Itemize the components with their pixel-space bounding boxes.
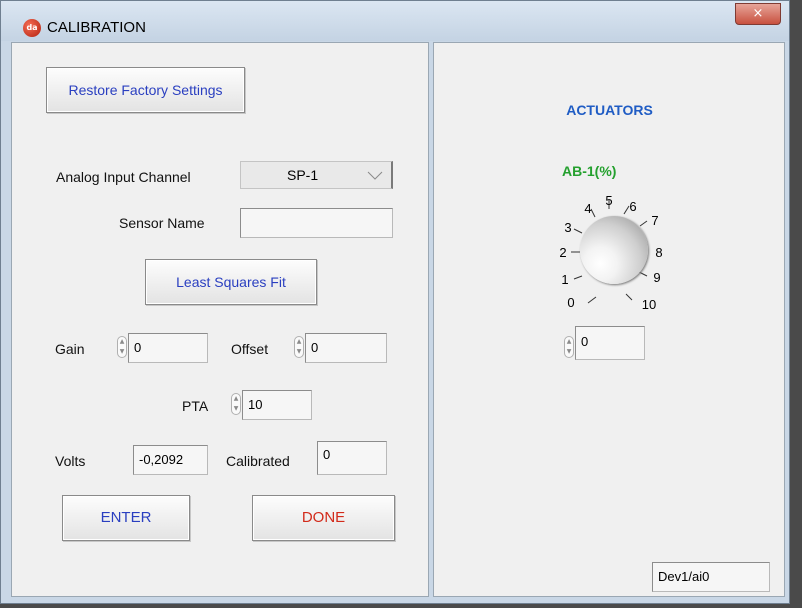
- offset-input[interactable]: 0: [305, 333, 387, 363]
- calibrated-value: 0: [317, 441, 387, 475]
- knob-scale-3: 3: [564, 220, 572, 235]
- restore-factory-settings-button[interactable]: Restore Factory Settings: [46, 67, 245, 113]
- spin-down-icon: ▼: [296, 348, 302, 355]
- knob-scale-0: 0: [567, 295, 575, 310]
- gain-label: Gain: [55, 341, 85, 357]
- sensor-name-input[interactable]: [240, 208, 393, 238]
- spin-up-icon: ▲: [233, 395, 239, 402]
- analog-input-channel-select[interactable]: SP-1: [240, 161, 393, 189]
- sensor-name-label: Sensor Name: [119, 215, 205, 231]
- window-title: CALIBRATION: [47, 19, 146, 36]
- app-logo-icon: da: [23, 19, 41, 37]
- spin-up-icon: ▲: [566, 338, 572, 345]
- knob-scale-7: 7: [651, 213, 659, 228]
- chevron-down-icon: [367, 171, 383, 180]
- close-button[interactable]: ×: [735, 3, 781, 25]
- least-squares-fit-button[interactable]: Least Squares Fit: [145, 259, 317, 305]
- enter-button[interactable]: ENTER: [62, 495, 190, 541]
- spin-down-icon: ▼: [119, 348, 125, 355]
- pta-stepper[interactable]: ▲ ▼: [231, 393, 241, 415]
- knob-scale-1: 1: [561, 272, 569, 287]
- offset-stepper[interactable]: ▲ ▼: [294, 336, 304, 358]
- spin-down-icon: ▼: [233, 405, 239, 412]
- gain-input[interactable]: 0: [128, 333, 208, 363]
- gain-stepper[interactable]: ▲ ▼: [117, 336, 127, 358]
- knob-value-stepper[interactable]: ▲ ▼: [564, 336, 574, 358]
- spin-up-icon: ▲: [119, 338, 125, 345]
- knob-value-input[interactable]: 0: [575, 326, 645, 360]
- title-bar: da CALIBRATION ×: [1, 1, 789, 41]
- done-button[interactable]: DONE: [252, 495, 395, 541]
- pta-input[interactable]: 10: [242, 390, 312, 420]
- knob-label: AB-1(%): [562, 163, 617, 179]
- channel-selected-value: SP-1: [287, 167, 319, 183]
- device-indicator: Dev1/ai0: [652, 562, 770, 592]
- actuator-knob[interactable]: 0 1 2 3 4 5 6 7 8 9 10: [551, 184, 731, 324]
- knob-scale-6: 6: [629, 199, 637, 214]
- knob-scale-10: 10: [641, 297, 657, 312]
- calibration-panel: Restore Factory Settings Analog Input Ch…: [11, 42, 429, 597]
- calibrated-label: Calibrated: [226, 453, 290, 469]
- volts-label: Volts: [55, 453, 86, 469]
- analog-input-channel-label: Analog Input Channel: [56, 169, 191, 185]
- knob-scale-2: 2: [559, 245, 567, 260]
- knob-scale-5: 5: [605, 193, 613, 208]
- knob-scale-4: 4: [584, 201, 592, 216]
- calibration-window: da CALIBRATION × Restore Factory Setting…: [0, 0, 790, 604]
- actuators-heading: ACTUATORS: [566, 102, 653, 118]
- spin-up-icon: ▲: [296, 338, 302, 345]
- actuators-panel: ACTUATORS AB-1(%) 0 1 2 3 4 5 6 7 8 9 10…: [433, 42, 785, 597]
- knob-dial[interactable]: [580, 216, 648, 284]
- volts-value: -0,2092: [133, 445, 208, 475]
- spin-down-icon: ▼: [566, 348, 572, 355]
- pta-label: PTA: [182, 398, 209, 414]
- knob-scale-8: 8: [655, 245, 663, 260]
- knob-scale-9: 9: [653, 270, 661, 285]
- offset-label: Offset: [231, 341, 269, 357]
